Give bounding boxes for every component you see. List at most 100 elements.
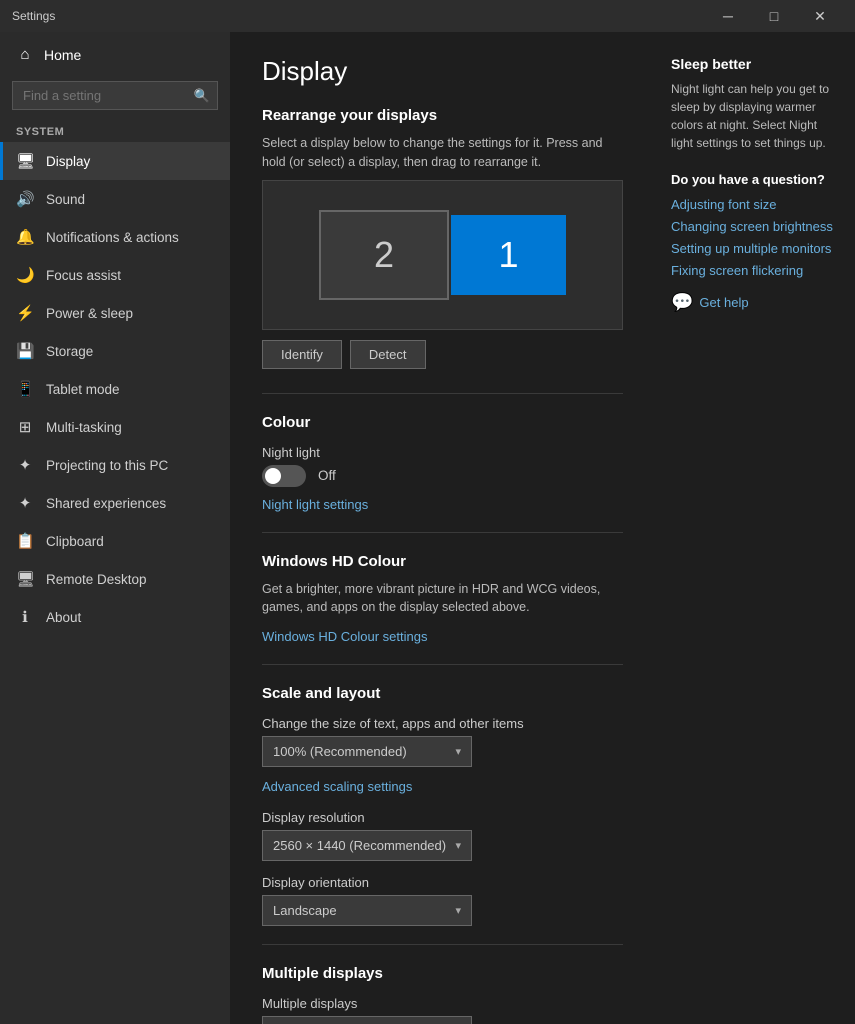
identify-button[interactable]: Identify [262, 340, 342, 369]
toggle-thumb [265, 468, 281, 484]
multiple-displays-heading: Multiple displays [262, 965, 623, 982]
chevron-down-icon: ▾ [455, 904, 461, 917]
sidebar-item-projecting[interactable]: ✦ Projecting to this PC [0, 446, 230, 484]
search-input[interactable] [12, 81, 218, 110]
focus-icon: 🌙 [16, 266, 34, 284]
orientation-value: Landscape [273, 903, 337, 918]
sidebar-item-label: Storage [46, 344, 93, 359]
chevron-down-icon: ▾ [455, 839, 461, 852]
remote-icon: 🖥 [16, 570, 34, 588]
monitor-display-2[interactable]: 2 [319, 210, 449, 300]
divider-2 [262, 532, 623, 533]
divider-3 [262, 664, 623, 665]
question-heading: Do you have a question? [671, 172, 839, 187]
sidebar-item-storage[interactable]: 💾 Storage [0, 332, 230, 370]
power-icon: ⚡ [16, 304, 34, 322]
sidebar-item-shared[interactable]: ✦ Shared experiences [0, 484, 230, 522]
sidebar-item-label: About [46, 610, 81, 625]
sidebar-item-notifications[interactable]: 🔔 Notifications & actions [0, 218, 230, 256]
night-light-toggle-row: Off [262, 465, 623, 487]
rearrange-desc: Select a display below to change the set… [262, 134, 623, 172]
rearrange-heading: Rearrange your displays [262, 107, 623, 124]
monitor1-number: 1 [498, 234, 518, 276]
notifications-icon: 🔔 [16, 228, 34, 246]
divider-4 [262, 944, 623, 945]
sidebar-item-tablet[interactable]: 📱 Tablet mode [0, 370, 230, 408]
sidebar-item-about[interactable]: ℹ About [0, 598, 230, 636]
multitasking-icon: ⊞ [16, 418, 34, 436]
sidebar: ⌂ Home 🔍 System 🖥 Display 🔊 Sound 🔔 Noti… [0, 32, 230, 1024]
clipboard-icon: 📋 [16, 532, 34, 550]
sidebar-item-label: Notifications & actions [46, 230, 179, 245]
sidebar-item-label: Sound [46, 192, 85, 207]
hd-colour-heading: Windows HD Colour [262, 553, 623, 570]
chevron-down-icon: ▾ [455, 745, 461, 758]
sidebar-item-focus[interactable]: 🌙 Focus assist [0, 256, 230, 294]
hd-colour-settings-link[interactable]: Windows HD Colour settings [262, 629, 427, 644]
monitor-buttons: Identify Detect [262, 340, 623, 369]
content-area: Display Rearrange your displays Select a… [230, 32, 655, 1024]
colour-heading: Colour [262, 414, 623, 431]
right-panel: Sleep better Night light can help you ge… [655, 32, 855, 1024]
sidebar-item-label: Tablet mode [46, 382, 120, 397]
sidebar-item-home[interactable]: ⌂ Home [0, 32, 230, 77]
titlebar-controls: ─ □ ✕ [705, 0, 843, 32]
search-box: 🔍 [12, 81, 218, 110]
multiple-displays-dropdown[interactable]: Extend these displays ▾ [262, 1016, 472, 1024]
close-button[interactable]: ✕ [797, 0, 843, 32]
resolution-value: 2560 × 1440 (Recommended) [273, 838, 446, 853]
sleep-desc: Night light can help you get to sleep by… [671, 80, 839, 152]
advanced-scaling-link[interactable]: Advanced scaling settings [262, 779, 412, 794]
help-icon: 💬 [671, 292, 693, 313]
sidebar-home-label: Home [44, 47, 81, 63]
minimize-button[interactable]: ─ [705, 0, 751, 32]
sidebar-item-label: Power & sleep [46, 306, 133, 321]
storage-icon: 💾 [16, 342, 34, 360]
sidebar-item-display[interactable]: 🖥 Display [0, 142, 230, 180]
scale-value: 100% (Recommended) [273, 744, 407, 759]
page-title: Display [262, 56, 623, 87]
monitor-display-1[interactable]: 1 [451, 215, 566, 295]
tablet-icon: 📱 [16, 380, 34, 398]
sidebar-item-label: Clipboard [46, 534, 104, 549]
sound-icon: 🔊 [16, 190, 34, 208]
right-link-brightness[interactable]: Changing screen brightness [671, 219, 839, 234]
right-link-multiple-monitors[interactable]: Setting up multiple monitors [671, 241, 839, 256]
scale-heading: Scale and layout [262, 685, 623, 702]
night-light-settings-link[interactable]: Night light settings [262, 497, 368, 512]
multiple-displays-label: Multiple displays [262, 996, 623, 1011]
night-light-label: Night light [262, 445, 623, 460]
night-light-status: Off [318, 468, 336, 483]
display-icon: 🖥 [16, 152, 34, 170]
right-link-flickering[interactable]: Fixing screen flickering [671, 263, 839, 278]
app-body: ⌂ Home 🔍 System 🖥 Display 🔊 Sound 🔔 Noti… [0, 32, 855, 1024]
sidebar-item-power[interactable]: ⚡ Power & sleep [0, 294, 230, 332]
scale-label: Change the size of text, apps and other … [262, 716, 623, 731]
orientation-dropdown[interactable]: Landscape ▾ [262, 895, 472, 926]
about-icon: ℹ [16, 608, 34, 626]
sidebar-item-label: Projecting to this PC [46, 458, 168, 473]
night-light-toggle[interactable] [262, 465, 306, 487]
shared-icon: ✦ [16, 494, 34, 512]
sidebar-item-label: Multi-tasking [46, 420, 122, 435]
sidebar-item-remote[interactable]: 🖥 Remote Desktop [0, 560, 230, 598]
scale-dropdown[interactable]: 100% (Recommended) ▾ [262, 736, 472, 767]
monitor-area[interactable]: 2 1 [262, 180, 623, 330]
resolution-dropdown[interactable]: 2560 × 1440 (Recommended) ▾ [262, 830, 472, 861]
sidebar-item-clipboard[interactable]: 📋 Clipboard [0, 522, 230, 560]
detect-button[interactable]: Detect [350, 340, 426, 369]
sidebar-item-sound[interactable]: 🔊 Sound [0, 180, 230, 218]
sidebar-item-label: Display [46, 154, 90, 169]
maximize-button[interactable]: □ [751, 0, 797, 32]
titlebar: Settings ─ □ ✕ [0, 0, 855, 32]
sidebar-item-multitasking[interactable]: ⊞ Multi-tasking [0, 408, 230, 446]
orientation-label: Display orientation [262, 875, 623, 890]
search-icon: 🔍 [194, 88, 210, 104]
sidebar-item-label: Shared experiences [46, 496, 166, 511]
resolution-label: Display resolution [262, 810, 623, 825]
sidebar-item-label: Remote Desktop [46, 572, 147, 587]
right-link-font-size[interactable]: Adjusting font size [671, 197, 839, 212]
projecting-icon: ✦ [16, 456, 34, 474]
get-help-link[interactable]: Get help [699, 295, 748, 310]
home-icon: ⌂ [16, 46, 34, 63]
